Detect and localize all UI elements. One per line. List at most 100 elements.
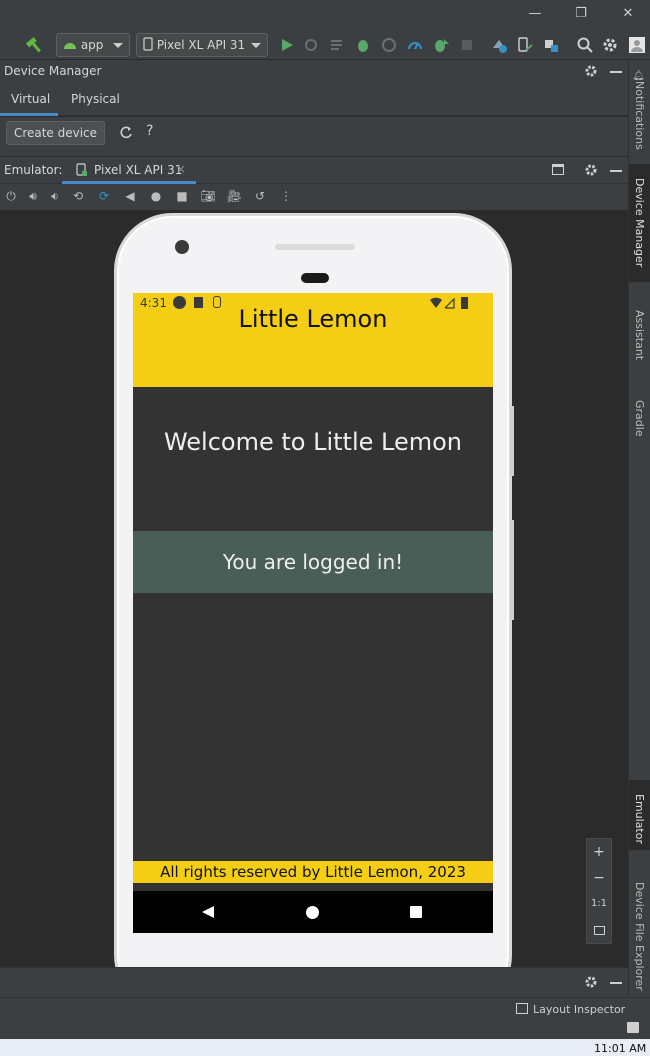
side-button — [510, 406, 514, 476]
sdk-manager-icon[interactable] — [542, 36, 560, 54]
record-icon[interactable]: 🎥︎ — [226, 188, 242, 204]
hide-emulator-icon[interactable] — [610, 170, 622, 172]
volume-up-icon[interactable]: 🔊︎ — [25, 188, 41, 204]
nav-overview-icon[interactable] — [410, 906, 422, 918]
active-tab-indicator — [0, 113, 58, 116]
sd-card-icon — [194, 297, 203, 308]
stop-icon[interactable] — [458, 36, 476, 54]
avd-manager-icon[interactable] — [516, 36, 534, 54]
close-tab-icon[interactable]: × — [176, 162, 186, 176]
zoom-actual-size-button[interactable]: 1:1 — [587, 891, 611, 917]
profiler-icon[interactable] — [406, 36, 424, 54]
apply-code-icon[interactable] — [328, 36, 346, 54]
device-select[interactable]: Pixel XL API 31 — [136, 33, 268, 57]
settings-gear-icon[interactable] — [601, 36, 619, 54]
proximity-sensor — [301, 273, 329, 283]
tab-gradle[interactable]: Gradle — [629, 386, 650, 437]
account-icon[interactable] — [628, 36, 646, 54]
overview-icon[interactable]: ■ — [174, 188, 190, 204]
tab-emulator[interactable]: Emulator — [629, 780, 650, 850]
zoom-out-button[interactable]: − — [587, 865, 611, 891]
tab-device-file-explorer[interactable]: Device File Explorer — [629, 868, 650, 991]
device-manager-header: Device Manager — [0, 60, 628, 84]
hammer-build-icon[interactable] — [25, 36, 44, 54]
right-tool-window-bar: 🔔︎ Notifications Device Manager Assistant… — [628, 60, 650, 1000]
home-icon[interactable]: ● — [148, 188, 164, 204]
volume-down-icon[interactable]: 🔉︎ — [47, 188, 63, 204]
search-icon[interactable] — [576, 36, 594, 54]
chevron-down-icon — [251, 43, 261, 48]
phone-icon — [143, 37, 153, 51]
run-config-label: app — [80, 38, 104, 52]
zoom-in-button[interactable]: + — [587, 839, 611, 865]
phone-screen: Little Lemon 4:31 Welcome to Little Lemo… — [133, 293, 493, 933]
snapshot-icon[interactable]: ↺ — [252, 188, 268, 204]
tab-virtual[interactable]: Virtual — [11, 92, 50, 106]
run-config-select[interactable]: app — [56, 33, 130, 57]
window-layout-icon[interactable] — [552, 164, 564, 175]
sync-status-icon — [213, 296, 221, 308]
android-status-bar: 4:31 — [133, 293, 493, 313]
logged-in-banner: You are logged in! — [133, 531, 493, 593]
nav-home-icon[interactable] — [306, 906, 319, 919]
hide-bottom-panel-icon[interactable] — [610, 982, 622, 984]
profile-icon[interactable] — [380, 36, 398, 54]
debug-icon[interactable] — [354, 36, 372, 54]
emulator-header: Emulator: Pixel XL API 31 × — [0, 157, 628, 184]
rotate-right-icon[interactable]: ⟳ — [96, 188, 112, 204]
emulator-label: Emulator: — [4, 163, 63, 177]
volume-buttons — [510, 520, 514, 620]
window-title-bar: — ❐ ✕ — [0, 0, 650, 30]
event-log-icon[interactable] — [627, 1022, 639, 1033]
status-time: 4:31 — [140, 296, 167, 310]
back-icon[interactable]: ◀ — [122, 188, 138, 204]
apply-changes-icon[interactable] — [302, 36, 320, 54]
attach-debugger-icon[interactable] — [432, 36, 450, 54]
wifi-icon — [430, 297, 442, 308]
create-device-button[interactable]: Create device — [6, 121, 105, 145]
bottom-panel-header — [0, 967, 628, 997]
close-window-icon[interactable]: ✕ — [620, 6, 636, 22]
tab-emulator-device[interactable]: Pixel XL API 31 × — [62, 157, 196, 184]
tab-device-manager[interactable]: Device Manager — [629, 164, 650, 282]
zoom-fit-icon[interactable] — [587, 917, 611, 943]
welcome-text: Welcome to Little Lemon — [163, 428, 463, 456]
android-nav-bar — [133, 891, 493, 933]
ide-status-bar: Layout Inspector — [0, 997, 650, 1039]
sync-gradle-icon[interactable] — [490, 36, 508, 54]
panel-settings-gear-icon[interactable] — [584, 64, 598, 81]
layout-inspector-icon — [516, 1003, 528, 1014]
device-list-header — [0, 149, 628, 157]
minimize-icon[interactable]: — — [527, 6, 543, 22]
refresh-icon[interactable] — [119, 125, 133, 142]
help-icon[interactable]: ? — [146, 123, 153, 139]
chevron-down-icon — [113, 43, 123, 48]
battery-icon — [461, 297, 468, 309]
emulator-settings-gear-icon[interactable] — [584, 163, 598, 180]
notification-a-icon — [173, 296, 186, 309]
tab-notifications-label: Notifications — [633, 80, 646, 150]
signal-icon — [445, 297, 455, 309]
tab-notifications[interactable]: 🔔︎ Notifications — [629, 68, 650, 150]
emulator-tab-label: Pixel XL API 31 — [94, 163, 183, 177]
zoom-controls: + − 1:1 — [586, 838, 612, 944]
tab-emulator-label: Emulator — [633, 794, 646, 844]
hide-panel-icon[interactable] — [610, 71, 622, 73]
tab-physical[interactable]: Physical — [71, 92, 120, 106]
bottom-settings-gear-icon[interactable] — [584, 975, 598, 992]
restore-icon[interactable]: ❐ — [573, 6, 589, 22]
nav-back-icon[interactable] — [201, 905, 215, 919]
front-camera-icon — [175, 240, 189, 254]
run-icon[interactable] — [278, 36, 296, 54]
layout-inspector-link[interactable]: Layout Inspector — [533, 1003, 625, 1016]
tab-assistant-label: Assistant — [633, 310, 646, 361]
earpiece — [275, 244, 355, 250]
rotate-left-icon[interactable]: ⟲ — [70, 188, 86, 204]
os-taskbar: 11:01 AM — [0, 1039, 650, 1056]
more-icon[interactable]: ⋮ — [278, 188, 294, 204]
power-icon[interactable]: ⏻ — [3, 188, 19, 204]
system-clock: 11:01 AM — [594, 1042, 647, 1055]
camera-icon[interactable]: 📷︎ — [200, 188, 216, 204]
device-manager-actions: Create device ? — [0, 117, 628, 149]
tab-assistant[interactable]: Assistant — [629, 296, 650, 360]
